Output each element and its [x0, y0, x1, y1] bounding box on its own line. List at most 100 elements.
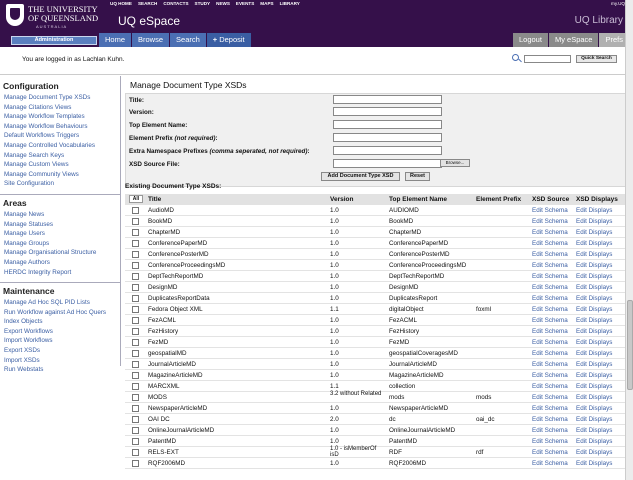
quick-search-input[interactable]: [524, 55, 571, 63]
row-checkbox[interactable]: [132, 460, 139, 467]
sidebar-area-item-link[interactable]: Manage Authors: [0, 258, 120, 268]
row-checkbox[interactable]: [132, 262, 139, 269]
edit-schema-link[interactable]: Edit Schema: [532, 383, 568, 390]
top-link-search[interactable]: SEARCH: [138, 1, 157, 6]
top-link-news[interactable]: NEWS: [216, 1, 230, 6]
reset-button[interactable]: Reset: [405, 172, 430, 181]
sidebar-area-item-link[interactable]: Manage News: [0, 210, 120, 220]
edit-schema-link[interactable]: Edit Schema: [532, 339, 568, 346]
site-title[interactable]: UQ eSpace: [118, 14, 180, 28]
row-checkbox[interactable]: [132, 350, 139, 357]
version-input[interactable]: [333, 107, 442, 116]
tab-deposit[interactable]: + Deposit: [206, 33, 252, 47]
row-checkbox[interactable]: [132, 405, 139, 412]
element-prefix-input[interactable]: [333, 133, 442, 142]
edit-displays-link[interactable]: Edit Displays: [576, 251, 612, 258]
edit-schema-link[interactable]: Edit Schema: [532, 372, 568, 379]
sidebar-area-item-link[interactable]: Manage Users: [0, 229, 120, 239]
edit-displays-link[interactable]: Edit Displays: [576, 273, 612, 280]
university-logo[interactable]: THE UNIVERSITY OF QUEENSLAND AUSTRALIA: [6, 4, 98, 30]
edit-displays-link[interactable]: Edit Displays: [576, 438, 612, 445]
edit-displays-link[interactable]: Edit Displays: [576, 328, 612, 335]
row-checkbox[interactable]: [132, 372, 139, 379]
row-checkbox[interactable]: [132, 306, 139, 313]
edit-displays-link[interactable]: Edit Displays: [576, 295, 612, 302]
edit-displays-link[interactable]: Edit Displays: [576, 372, 612, 379]
row-checkbox[interactable]: [132, 339, 139, 346]
edit-schema-link[interactable]: Edit Schema: [532, 240, 568, 247]
title-input[interactable]: [333, 95, 442, 104]
edit-schema-link[interactable]: Edit Schema: [532, 416, 568, 423]
tab-home[interactable]: Home: [99, 33, 133, 47]
row-checkbox[interactable]: [132, 317, 139, 324]
xsd-file-input[interactable]: [333, 159, 442, 168]
sidebar-config-item-link[interactable]: Manage Citations Views: [0, 103, 120, 113]
row-checkbox[interactable]: [132, 251, 139, 258]
tab-browse[interactable]: Browse: [132, 33, 171, 47]
tab-logout[interactable]: Logout: [512, 33, 548, 47]
library-title[interactable]: UQ Library: [575, 15, 623, 26]
sidebar-maintenance-item-link[interactable]: Manage Ad Hoc SQL PID Lists: [0, 298, 120, 308]
row-checkbox[interactable]: [132, 383, 139, 390]
edit-displays-link[interactable]: Edit Displays: [576, 383, 612, 390]
top-link-study[interactable]: STUDY: [195, 1, 211, 6]
row-checkbox[interactable]: [132, 284, 139, 291]
edit-displays-link[interactable]: Edit Displays: [576, 405, 612, 412]
edit-displays-link[interactable]: Edit Displays: [576, 207, 612, 214]
my-uq-link[interactable]: my.UQ: [611, 1, 625, 6]
edit-displays-link[interactable]: Edit Displays: [576, 339, 612, 346]
edit-schema-link[interactable]: Edit Schema: [532, 350, 568, 357]
sidebar-config-item-link[interactable]: Default Workflows Triggers: [0, 131, 120, 141]
browse-button[interactable]: Browse...: [440, 159, 470, 167]
edit-displays-link[interactable]: Edit Displays: [576, 262, 612, 269]
sidebar-config-item-link[interactable]: Manage Controlled Vocabularies: [0, 141, 120, 151]
edit-displays-link[interactable]: Edit Displays: [576, 306, 612, 313]
top-link-library[interactable]: LIBRARY: [280, 1, 300, 6]
row-checkbox[interactable]: [132, 438, 139, 445]
row-checkbox[interactable]: [132, 240, 139, 247]
edit-schema-link[interactable]: Edit Schema: [532, 460, 568, 467]
row-checkbox[interactable]: [132, 207, 139, 214]
row-checkbox[interactable]: [132, 295, 139, 302]
row-checkbox[interactable]: [132, 394, 139, 401]
edit-displays-link[interactable]: Edit Displays: [576, 394, 612, 401]
top-link-events[interactable]: EVENTS: [236, 1, 254, 6]
tab-my-espace[interactable]: My eSpace: [547, 33, 599, 47]
sidebar-maintenance-item-link[interactable]: Import Workflows: [0, 336, 120, 346]
edit-displays-link[interactable]: Edit Displays: [576, 449, 612, 456]
tab-search[interactable]: Search: [170, 33, 207, 47]
edit-schema-link[interactable]: Edit Schema: [532, 218, 568, 225]
scrollbar-thumb[interactable]: [627, 300, 633, 390]
row-checkbox[interactable]: [132, 449, 139, 456]
edit-schema-link[interactable]: Edit Schema: [532, 306, 568, 313]
edit-schema-link[interactable]: Edit Schema: [532, 262, 568, 269]
row-checkbox[interactable]: [132, 361, 139, 368]
edit-schema-link[interactable]: Edit Schema: [532, 207, 568, 214]
sidebar-maintenance-item-link[interactable]: Export Workflows: [0, 327, 120, 337]
edit-displays-link[interactable]: Edit Displays: [576, 284, 612, 291]
edit-displays-link[interactable]: Edit Displays: [576, 350, 612, 357]
sidebar-area-item-link[interactable]: HERDC Integrity Report: [0, 268, 120, 278]
edit-schema-link[interactable]: Edit Schema: [532, 273, 568, 280]
row-checkbox[interactable]: [132, 273, 139, 280]
edit-schema-link[interactable]: Edit Schema: [532, 438, 568, 445]
quick-search-button[interactable]: Quick Search: [576, 55, 617, 63]
row-checkbox[interactable]: [132, 328, 139, 335]
edit-displays-link[interactable]: Edit Displays: [576, 416, 612, 423]
row-checkbox[interactable]: [132, 229, 139, 236]
edit-schema-link[interactable]: Edit Schema: [532, 405, 568, 412]
edit-schema-link[interactable]: Edit Schema: [532, 317, 568, 324]
edit-schema-link[interactable]: Edit Schema: [532, 449, 568, 456]
row-checkbox[interactable]: [132, 218, 139, 225]
edit-schema-link[interactable]: Edit Schema: [532, 361, 568, 368]
edit-displays-link[interactable]: Edit Displays: [576, 229, 612, 236]
edit-displays-link[interactable]: Edit Displays: [576, 361, 612, 368]
edit-displays-link[interactable]: Edit Displays: [576, 427, 612, 434]
sidebar-config-item-link[interactable]: Manage Workflow Behaviours: [0, 122, 120, 132]
edit-schema-link[interactable]: Edit Schema: [532, 427, 568, 434]
edit-schema-link[interactable]: Edit Schema: [532, 284, 568, 291]
sidebar-config-item-link[interactable]: Manage Community Views: [0, 170, 120, 180]
row-checkbox[interactable]: [132, 427, 139, 434]
top-link-contacts[interactable]: CONTACTS: [163, 1, 188, 6]
edit-schema-link[interactable]: Edit Schema: [532, 328, 568, 335]
